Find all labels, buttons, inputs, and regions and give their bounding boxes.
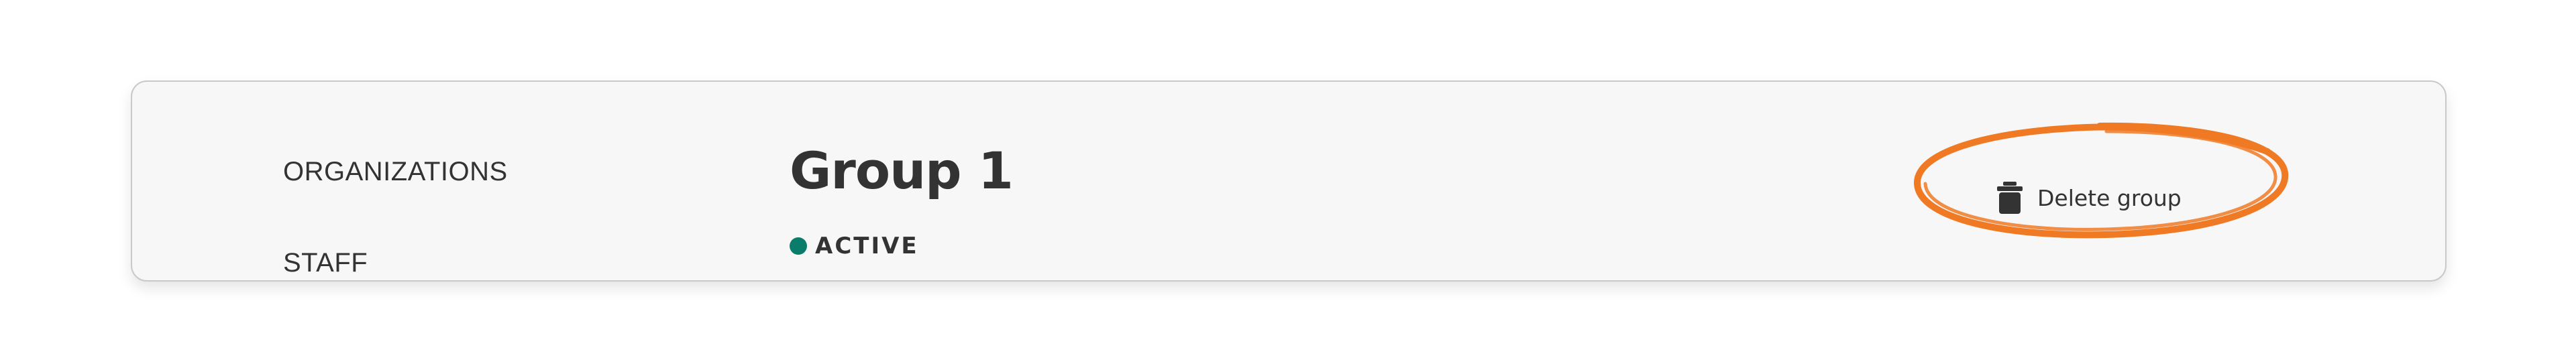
delete-group-button[interactable]: Delete group: [1970, 161, 2208, 235]
status-dot: [790, 237, 807, 255]
sidebar-item-staff[interactable]: STAFF: [283, 248, 368, 278]
group-card: ORGANIZATIONS STAFF Group 1 ACTIVE Delet…: [131, 80, 2447, 282]
sidebar-item-organizations[interactable]: ORGANIZATIONS: [283, 157, 508, 187]
delete-group-label: Delete group: [2037, 184, 2182, 211]
status-label: ACTIVE: [815, 233, 919, 259]
status-badge: ACTIVE: [790, 233, 919, 259]
page-title: Group 1: [790, 141, 1014, 200]
trash-icon: [1997, 182, 2023, 214]
